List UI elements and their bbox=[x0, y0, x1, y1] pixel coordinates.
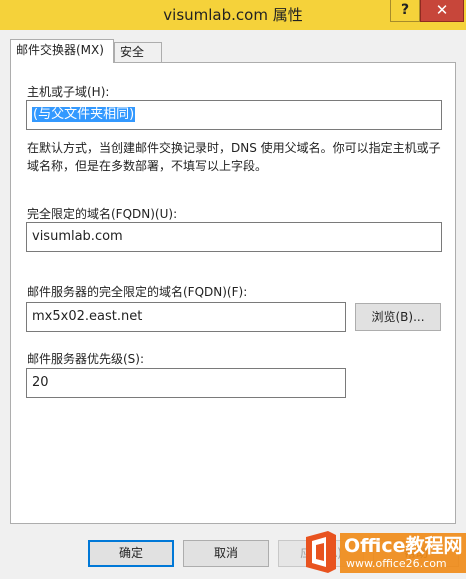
title-bar[interactable]: visumlab.com 属性 ? ✕ bbox=[0, 0, 466, 30]
host-input-value: (与父文件夹相同) bbox=[32, 107, 136, 122]
watermark-url: www.office26.com bbox=[346, 557, 447, 570]
watermark: Office教程网 www.office26.com bbox=[300, 525, 466, 579]
office-logo-icon bbox=[306, 531, 336, 573]
close-button[interactable]: ✕ bbox=[420, 0, 464, 22]
tab-security[interactable]: 安全 bbox=[114, 42, 162, 63]
mail-server-input[interactable]: mx5x02.east.net bbox=[26, 302, 346, 332]
cancel-button[interactable]: 取消 bbox=[183, 540, 269, 567]
tab-mx[interactable]: 邮件交换器(MX) bbox=[10, 39, 114, 63]
priority-input[interactable]: 20 bbox=[26, 368, 346, 398]
description-text: 在默认方式，当创建邮件交换记录时，DNS 使用父域名。你可以指定主机或子域名称，… bbox=[27, 141, 441, 173]
fqdn-input[interactable]: visumlab.com bbox=[26, 222, 442, 252]
fqdn-label: 完全限定的域名(FQDN)(U): bbox=[27, 207, 178, 221]
browse-button[interactable]: 浏览(B)... bbox=[355, 303, 441, 331]
watermark-text: Office教程网 bbox=[344, 535, 463, 557]
help-title-button[interactable]: ? bbox=[390, 0, 420, 22]
mail-server-label: 邮件服务器的完全限定的域名(FQDN)(F): bbox=[27, 285, 248, 299]
properties-dialog: visumlab.com 属性 ? ✕ 邮件交换器(MX) 安全 主机或子域(H… bbox=[0, 0, 466, 579]
ok-button[interactable]: 确定 bbox=[88, 540, 174, 567]
host-label: 主机或子域(H): bbox=[27, 85, 110, 99]
priority-label: 邮件服务器优先级(S): bbox=[27, 352, 145, 366]
host-input[interactable]: (与父文件夹相同) bbox=[26, 100, 442, 130]
